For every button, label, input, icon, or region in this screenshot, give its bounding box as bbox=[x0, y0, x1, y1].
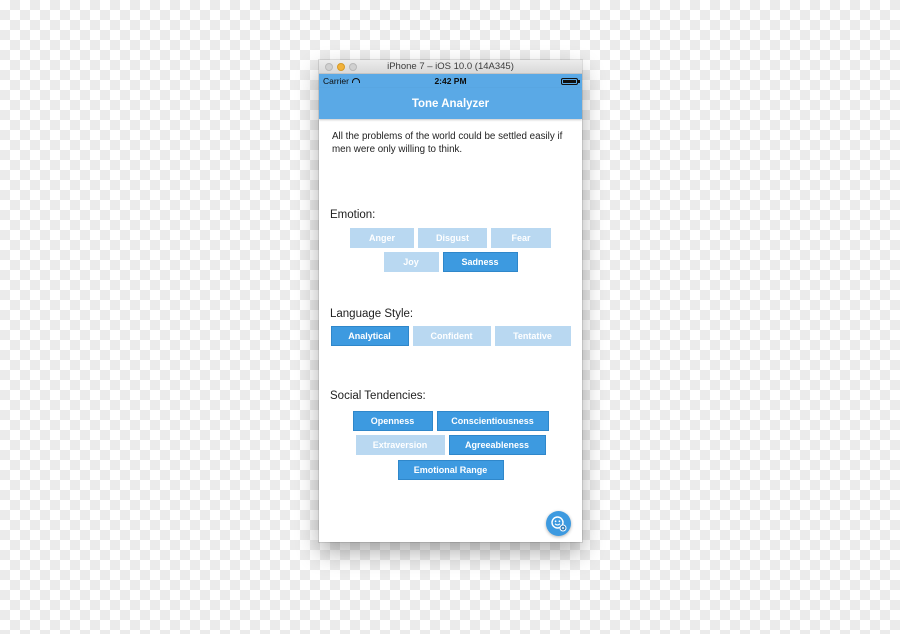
tone-button-tentative[interactable]: Tentative bbox=[494, 326, 571, 346]
tone-button-openness[interactable]: Openness bbox=[352, 411, 433, 431]
tone-button-agreeableness[interactable]: Agreeableness bbox=[448, 435, 546, 455]
social-tendencies-label: Social Tendencies: bbox=[330, 390, 426, 402]
input-text[interactable]: All the problems of the world could be s… bbox=[332, 130, 572, 156]
nav-bar: Tone Analyzer bbox=[319, 88, 582, 119]
tone-button-extraversion[interactable]: Extraversion bbox=[355, 435, 445, 455]
status-bar: Carrier 2:42 PM bbox=[319, 74, 582, 88]
tone-button-conscientiousness[interactable]: Conscientiousness bbox=[436, 411, 549, 431]
emotion-row-2: Joy Sadness bbox=[319, 252, 582, 272]
tone-button-disgust[interactable]: Disgust bbox=[418, 228, 487, 248]
status-time: 2:42 PM bbox=[434, 76, 467, 86]
simulator-window: iPhone 7 – iOS 10.0 (14A345) Carrier 2:4… bbox=[319, 60, 582, 542]
tone-button-sadness[interactable]: Sadness bbox=[442, 252, 518, 272]
tone-button-joy[interactable]: Joy bbox=[383, 252, 439, 272]
social-row-3: Emotional Range bbox=[319, 460, 582, 480]
tone-button-confident[interactable]: Confident bbox=[412, 326, 491, 346]
social-row-1: Openness Conscientiousness bbox=[319, 411, 582, 431]
tone-button-fear[interactable]: Fear bbox=[491, 228, 551, 248]
nav-title: Tone Analyzer bbox=[411, 97, 490, 110]
tone-button-analytical[interactable]: Analytical bbox=[330, 326, 409, 346]
emotion-row-1: Anger Disgust Fear bbox=[319, 228, 582, 248]
window-title: iPhone 7 – iOS 10.0 (14A345) bbox=[387, 61, 514, 72]
emotion-label: Emotion: bbox=[330, 209, 376, 221]
smiley-analyze-icon bbox=[551, 516, 567, 532]
language-style-label: Language Style: bbox=[330, 308, 414, 320]
analyze-fab-button[interactable] bbox=[546, 511, 571, 536]
tone-button-emotional-range[interactable]: Emotional Range bbox=[397, 460, 504, 480]
tone-button-anger[interactable]: Anger bbox=[350, 228, 414, 248]
battery-icon bbox=[561, 77, 580, 85]
language-style-row-1: Analytical Confident Tentative bbox=[319, 326, 582, 346]
simulator-titlebar[interactable]: iPhone 7 – iOS 10.0 (14A345) bbox=[319, 60, 582, 74]
social-row-2: Extraversion Agreeableness bbox=[319, 435, 582, 455]
